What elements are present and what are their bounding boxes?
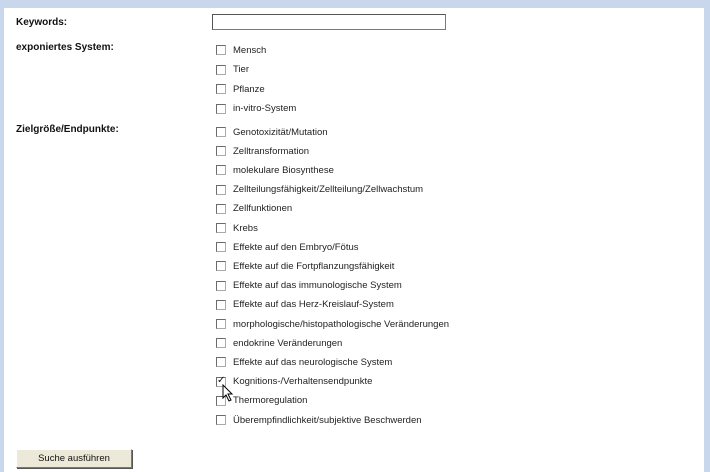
endpoint-checkbox[interactable] — [216, 127, 226, 137]
endpoint-checkbox-row[interactable]: Zellteilungsfähigkeit/Zellteilung/Zellwa… — [216, 183, 423, 197]
endpoint-checkbox-label: Zellfunktionen — [233, 203, 293, 215]
endpoint-checkbox-label: Effekte auf die Fortpflanzungsfähigkeit — [233, 260, 395, 272]
exposed-system-checkbox-label: Tier — [233, 64, 250, 75]
endpoint-checkbox-row[interactable]: morphologische/histopathologische Veränd… — [216, 317, 449, 331]
endpoint-checkbox-label: Effekte auf das immunologische System — [233, 280, 402, 292]
endpoint-checkbox-label: Kognitions-/Verhaltensendpunkte — [233, 376, 373, 388]
endpoint-checkbox-label: Effekte auf den Embryo/Fötus — [233, 241, 359, 253]
endpoint-checkbox-label: Zellteilungsfähigkeit/Zellteilung/Zellwa… — [233, 184, 424, 196]
mouse-pointer-icon — [222, 384, 234, 402]
endpoint-checkbox-label: Zelltransformation — [233, 145, 310, 157]
endpoint-checkbox-label: Genotoxizität/Mutation — [233, 126, 328, 138]
endpoint-checkbox[interactable] — [216, 280, 226, 291]
endpoint-checkbox[interactable] — [216, 242, 226, 253]
exposed-system-checkbox-label: in-vitro-System — [233, 103, 297, 114]
endpoint-checkbox[interactable] — [216, 223, 226, 233]
endpoint-checkbox-row[interactable]: Zelltransformation — [216, 144, 309, 158]
endpoint-checkbox-label: Effekte auf das Herz-Kreislauf-System — [233, 299, 394, 311]
top-border — [0, 0, 710, 8]
endpoint-checkbox[interactable] — [216, 165, 226, 176]
endpoint-checkbox-row[interactable]: Effekte auf das Herz-Kreislauf-System — [216, 298, 394, 312]
endpoint-checkbox-label: Thermoregulation — [233, 395, 308, 407]
exposed-system-label: exponiertes System: — [16, 42, 114, 53]
endpoint-checkbox-label: Krebs — [233, 222, 258, 234]
keywords-input[interactable] — [212, 14, 446, 30]
endpoint-checkbox-row[interactable]: Effekte auf den Embryo/Fötus — [216, 240, 359, 254]
endpoint-checkbox[interactable] — [216, 261, 226, 272]
exposed-system-checkbox-row[interactable]: Pflanze — [216, 82, 265, 96]
endpoint-checkbox-row[interactable]: Effekte auf das neurologische System — [216, 355, 392, 369]
endpoints-label: Zielgröße/Endpunkte: — [16, 124, 119, 135]
endpoint-checkbox[interactable] — [216, 319, 226, 329]
endpoint-checkbox[interactable] — [216, 338, 226, 349]
endpoint-checkbox-label: endokrine Veränderungen — [233, 337, 343, 349]
endpoint-checkbox[interactable] — [216, 203, 226, 214]
keywords-label: Keywords: — [16, 17, 68, 28]
endpoint-checkbox-label: Überempfindlichkeit/subjektive Beschwerd… — [233, 414, 422, 426]
exposed-system-checkbox-row[interactable]: Tier — [216, 63, 249, 77]
exposed-system-checkbox[interactable] — [216, 64, 226, 75]
endpoint-checkbox[interactable] — [216, 146, 226, 157]
endpoint-checkbox-row[interactable]: Genotoxizität/Mutation — [216, 125, 328, 139]
endpoint-checkbox-row[interactable]: Zellfunktionen — [216, 202, 292, 216]
exposed-system-checkbox-label: Pflanze — [233, 83, 265, 95]
endpoint-checkbox-row[interactable]: Überempfindlichkeit/subjektive Beschwerd… — [216, 413, 422, 427]
exposed-system-checkbox[interactable] — [216, 45, 226, 55]
exposed-system-checkbox-label: Mensch — [233, 44, 267, 56]
endpoint-checkbox[interactable] — [216, 299, 226, 310]
endpoint-checkbox-label: morphologische/histopathologische Veränd… — [233, 318, 450, 330]
endpoint-checkbox[interactable] — [216, 357, 226, 368]
endpoint-checkbox-row[interactable]: endokrine Veränderungen — [216, 336, 342, 350]
exposed-system-checkbox[interactable] — [216, 84, 226, 94]
left-border — [0, 0, 4, 472]
endpoint-checkbox-row[interactable]: molekulare Biosynthese — [216, 163, 334, 177]
endpoint-checkbox-row[interactable]: Effekte auf die Fortpflanzungsfähigkeit — [216, 259, 394, 273]
search-submit-button[interactable]: Suche ausführen — [16, 449, 132, 468]
endpoint-checkbox[interactable] — [216, 415, 226, 425]
exposed-system-checkbox-row[interactable]: Mensch — [216, 43, 266, 57]
exposed-system-checkbox-row[interactable]: in-vitro-System — [216, 102, 296, 116]
endpoint-checkbox-label: Effekte auf das neurologische System — [233, 356, 393, 368]
endpoint-checkbox-row[interactable]: Effekte auf das immunologische System — [216, 279, 402, 293]
endpoint-checkbox[interactable] — [216, 184, 226, 195]
endpoint-checkbox-label: molekulare Biosynthese — [233, 164, 334, 176]
endpoint-checkbox-row[interactable]: Kognitions-/Verhaltensendpunkte — [216, 375, 372, 389]
exposed-system-checkbox[interactable] — [216, 103, 226, 114]
endpoint-checkbox-row[interactable]: Krebs — [216, 221, 258, 235]
right-border — [704, 0, 710, 472]
